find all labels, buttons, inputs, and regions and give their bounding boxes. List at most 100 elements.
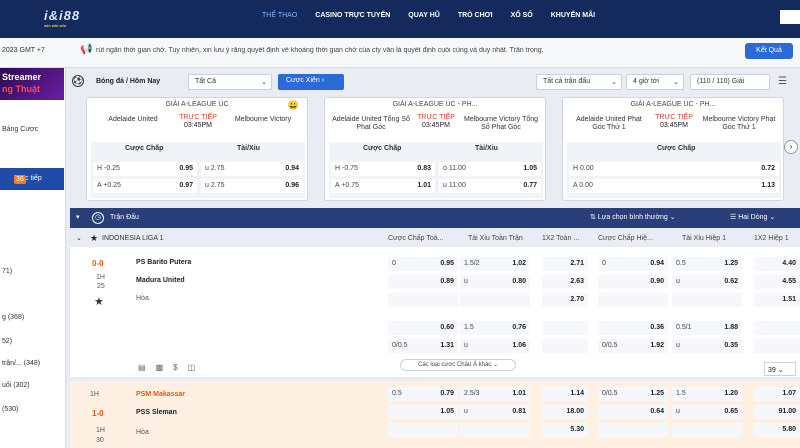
odds-cell[interactable]: u 0.65 [672, 405, 742, 419]
odds-cell[interactable]: u 0.62 [672, 275, 742, 289]
odds-cell[interactable]: 0/0.5 1.92 [598, 339, 668, 353]
odds-cell[interactable] [388, 423, 458, 437]
more-asian-bets-button[interactable]: Các loại cược Châu Á khác ⌄ [400, 359, 516, 371]
parlay-button[interactable]: Cược Xiên › [278, 74, 344, 90]
odds-cell[interactable]: A +0.75 1.01 [331, 179, 435, 193]
odds-cell[interactable]: u 2.75 0.94 [201, 162, 303, 176]
odds-cell[interactable]: 0.5/1 1.88 [672, 321, 742, 335]
star-icon[interactable]: ★ [90, 233, 98, 244]
odds-cell[interactable]: 1.5 1.20 [672, 387, 742, 401]
next-cards-button[interactable]: › [784, 140, 798, 154]
odds-value: 2.63 [570, 278, 584, 285]
featured-card[interactable]: GIẢI A-LEAGUE ÚC - PH... Adelaide United… [562, 97, 784, 201]
odds-cell[interactable]: 2.63 [542, 275, 588, 289]
sidebar-item[interactable]: uối (302) [2, 382, 30, 389]
favorite-star-icon[interactable]: ★ [94, 295, 104, 308]
stats-icon[interactable]: ▤ [138, 363, 146, 372]
odds-cell[interactable]: 4.55 [754, 275, 800, 289]
sport-day-title: Bóng đá / Hôm Nay [96, 78, 161, 85]
sidebar-item[interactable]: g (368) [2, 314, 24, 321]
market-select[interactable]: Tất Cả ⌄ [188, 74, 272, 90]
odds-cell[interactable]: 1.07 [754, 387, 800, 401]
odds-cell[interactable]: 0.64 [598, 405, 668, 419]
odds-cell[interactable]: 0.89 [388, 275, 458, 289]
odds-cell[interactable] [460, 423, 530, 437]
sidebar-item-live[interactable]: Trực tiếp 36 [0, 168, 64, 190]
odds-cell[interactable]: 0/0.5 1.25 [598, 387, 668, 401]
odds-cell[interactable] [672, 293, 742, 307]
odds-cell[interactable]: u 0.81 [460, 405, 530, 419]
odds-cell[interactable] [542, 321, 588, 335]
view-select[interactable]: ☰ Hai Dòng ⌄ [730, 213, 775, 221]
sidebar-item[interactable]: trận/... (348) [2, 360, 40, 367]
match-filter-select[interactable]: Tất cả trận đấu ⌄ [536, 74, 622, 90]
odds-cell[interactable]: 1.5 0.76 [460, 321, 530, 335]
odds-cell[interactable]: 2.70 [542, 293, 588, 307]
odds-cell[interactable] [598, 423, 668, 437]
sort-select[interactable]: ⇅ Lựa chọn bình thường ⌄ [590, 213, 676, 221]
odds-cell[interactable] [460, 293, 530, 307]
odds-cell[interactable]: o 11.00 1.05 [439, 162, 541, 176]
odds-cell[interactable]: u 11.00 0.77 [439, 179, 541, 193]
menu-icon[interactable]: ☰ [778, 76, 787, 87]
odds-cell[interactable]: 1.5/2 1.02 [460, 257, 530, 271]
odds-cell[interactable] [542, 339, 588, 353]
nav-games[interactable]: TRÒ CHƠI [458, 12, 493, 19]
tv-icon[interactable]: ▩ [156, 363, 164, 372]
nav-sports[interactable]: THỂ THAO [262, 12, 297, 19]
odds-cell[interactable]: 1.05 [388, 405, 458, 419]
nav-slots[interactable]: QUAY HŨ [408, 12, 440, 19]
featured-card[interactable]: GIẢI A-LEAGUE ÚC 😀 Adelaide United TRỰC … [86, 97, 308, 201]
odds-cell[interactable]: 5.30 [542, 423, 588, 437]
odds-cell[interactable]: 1.14 [542, 387, 588, 401]
odds-cell[interactable]: 2.71 [542, 257, 588, 271]
odds-cell[interactable]: u 2.75 0.96 [201, 179, 303, 193]
time-filter-select[interactable]: 4 giờ tới ⌄ [626, 74, 684, 90]
odds-cell[interactable] [754, 321, 800, 335]
nav-lottery[interactable]: XỔ SỐ [511, 12, 533, 19]
results-button[interactable]: Kết Quả [745, 43, 793, 59]
nav-live-casino[interactable]: CASINO TRỰC TUYẾN [315, 12, 390, 19]
sidebar-item[interactable]: 52) [2, 338, 12, 345]
odds-cell[interactable] [672, 423, 742, 437]
dollar-icon[interactable]: $ [173, 363, 177, 372]
odds-cell[interactable]: 0.60 [388, 321, 458, 335]
odds-cell[interactable]: 2.5/3 1.01 [460, 387, 530, 401]
odds-cell[interactable]: 0/0.5 1.31 [388, 339, 458, 353]
sidebar-item[interactable]: (530) [2, 406, 18, 413]
odds-cell[interactable]: 0.5 1.25 [672, 257, 742, 271]
odds-cell[interactable]: 4.40 [754, 257, 800, 271]
league-count-select[interactable]: (110 / 110) Giải [690, 74, 770, 90]
odds-cell[interactable]: u 1.06 [460, 339, 530, 353]
odds-cell[interactable]: A 0.00 1.13 [569, 179, 779, 193]
odds-cell[interactable]: 0 0.95 [388, 257, 458, 271]
odds-cell[interactable]: u 0.80 [460, 275, 530, 289]
nav-promotions[interactable]: KHUYẾN MÃI [551, 12, 595, 19]
odds-cell[interactable] [598, 293, 668, 307]
odds-cell[interactable]: H 0.00 0.72 [569, 162, 779, 176]
odds-cell[interactable] [754, 339, 800, 353]
odds-cell[interactable]: 0.90 [598, 275, 668, 289]
odds-cell[interactable]: u 0.35 [672, 339, 742, 353]
league-header[interactable]: ⌄ ★ INDONESIA LIGA 1 Cược Chấp Toà... Tà… [70, 231, 800, 247]
odds-cell[interactable]: 91.00 [754, 405, 800, 419]
chart-icon[interactable]: ◫ [188, 363, 196, 372]
market-count-select[interactable]: 39 ⌄ [764, 362, 796, 376]
odds-cell[interactable]: H -0.75 0.83 [331, 162, 435, 176]
odds-cell[interactable]: 0 0.94 [598, 257, 668, 271]
odds-cell[interactable]: 1.51 [754, 293, 800, 307]
odds-cell[interactable]: 18.00 [542, 405, 588, 419]
odds-cell[interactable]: H -0.25 0.95 [93, 162, 197, 176]
sidebar-item[interactable]: 71) [2, 268, 12, 275]
featured-card[interactable]: GIẢI A-LEAGUE ÚC - PH... Adelaide United… [324, 97, 546, 201]
site-logo[interactable]: i&i88 win win win [44, 8, 94, 30]
odds-cell[interactable]: 0.5 0.79 [388, 387, 458, 401]
sidebar-bet-slip[interactable]: Bảng Cược [2, 126, 38, 133]
nav-user-area[interactable] [780, 10, 800, 24]
odds-cell[interactable]: A +0.25 0.97 [93, 179, 197, 193]
collapse-icon[interactable]: ▾ [76, 213, 80, 221]
odds-cell[interactable]: 0.36 [598, 321, 668, 335]
odds-cell[interactable]: 5.80 [754, 423, 800, 437]
streamer-banner[interactable]: Streamer ng Thuật [0, 68, 64, 100]
odds-cell[interactable] [388, 293, 458, 307]
